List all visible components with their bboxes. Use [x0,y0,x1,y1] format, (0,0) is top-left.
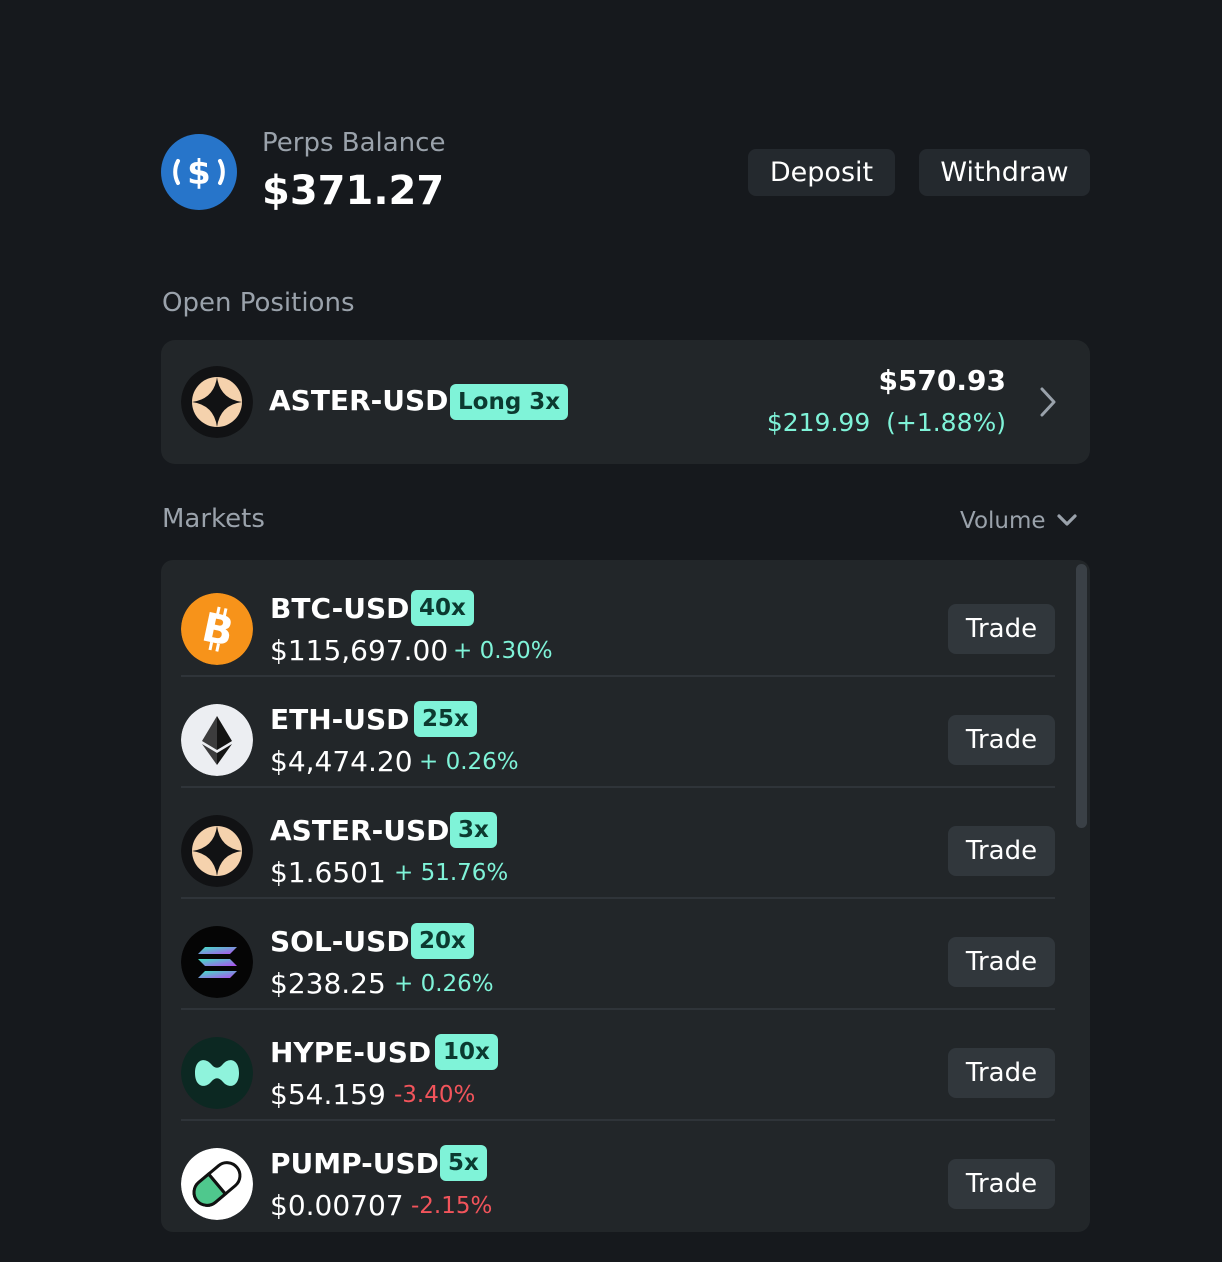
aster-icon [181,815,253,887]
leverage-badge: 25x [414,701,477,737]
market-symbol: ASTER-USD [270,814,450,847]
market-price: $115,697.00 [270,634,449,667]
market-row-sol[interactable]: SOL-USD 20x $238.25 + 0.26% Trade [181,899,1055,1010]
market-change: -2.15% [411,1193,493,1219]
svg-text:$: $ [187,153,211,193]
withdraw-button[interactable]: Withdraw [919,149,1090,196]
sort-label: Volume [960,508,1046,534]
bitcoin-icon: B [181,593,253,665]
market-row-hype[interactable]: HYPE-USD 10x $54.159 -3.40% Trade [181,1010,1055,1121]
deposit-button[interactable]: Deposit [748,149,895,196]
market-symbol: BTC-USD [270,592,410,625]
trade-button-sol[interactable]: Trade [948,937,1055,987]
position-pnl: $219.99 (+1.88%) [766,408,1006,437]
market-row-pump[interactable]: PUMP-USD 5x $0.00707 -2.15% Trade [181,1121,1055,1232]
usdc-icon: $ [161,134,237,210]
trade-button-eth[interactable]: Trade [948,715,1055,765]
market-price: $1.6501 [270,856,386,889]
market-change: + 0.26% [419,749,519,775]
markets-heading: Markets [162,504,265,534]
market-symbol: SOL-USD [270,925,410,958]
market-price: $4,474.20 [270,745,413,778]
chevron-right-icon [1038,385,1058,419]
market-symbol: ETH-USD [270,703,410,736]
leverage-badge: 20x [411,923,474,959]
leverage-badge: 10x [435,1034,498,1070]
market-price: $54.159 [270,1078,386,1111]
market-row-btc[interactable]: B BTC-USD 40x $115,697.00 + 0.30% Trade [181,566,1055,677]
scrollbar-thumb[interactable] [1076,564,1087,828]
open-positions-heading: Open Positions [162,288,355,318]
market-change: -3.40% [394,1082,476,1108]
market-change: + 0.26% [394,971,494,997]
leverage-badge: 3x [450,812,497,848]
position-symbol: ASTER-USD [269,384,449,417]
market-price: $0.00707 [270,1189,404,1222]
markets-list: B BTC-USD 40x $115,697.00 + 0.30% Trade … [161,560,1090,1232]
market-change: + 51.76% [394,860,509,886]
trade-button-aster[interactable]: Trade [948,826,1055,876]
market-change: + 0.30% [453,638,553,664]
aster-icon [181,366,253,438]
trade-button-hype[interactable]: Trade [948,1048,1055,1098]
chevron-down-icon [1056,512,1078,531]
sort-dropdown[interactable]: Volume [960,506,1078,536]
leverage-badge: 40x [411,590,474,626]
position-card-aster[interactable]: ASTER-USD Long 3x $570.93 $219.99 (+1.88… [161,340,1090,464]
leverage-badge: 5x [440,1145,487,1181]
position-side-badge: Long 3x [450,384,569,420]
market-symbol: HYPE-USD [270,1036,432,1069]
balance-value: $371.27 [262,168,445,214]
market-price: $238.25 [270,967,386,1000]
balance-label: Perps Balance [262,128,446,158]
market-row-aster[interactable]: ASTER-USD 3x $1.6501 + 51.76% Trade [181,788,1055,899]
trade-button-pump[interactable]: Trade [948,1159,1055,1209]
solana-icon [181,926,253,998]
ethereum-icon [181,704,253,776]
trade-button-btc[interactable]: Trade [948,604,1055,654]
hyperliquid-icon [181,1037,253,1109]
pump-pill-icon [181,1148,253,1220]
market-symbol: PUMP-USD [270,1147,439,1180]
market-row-eth[interactable]: ETH-USD 25x $4,474.20 + 0.26% Trade [181,677,1055,788]
position-value: $570.93 [878,364,1006,397]
